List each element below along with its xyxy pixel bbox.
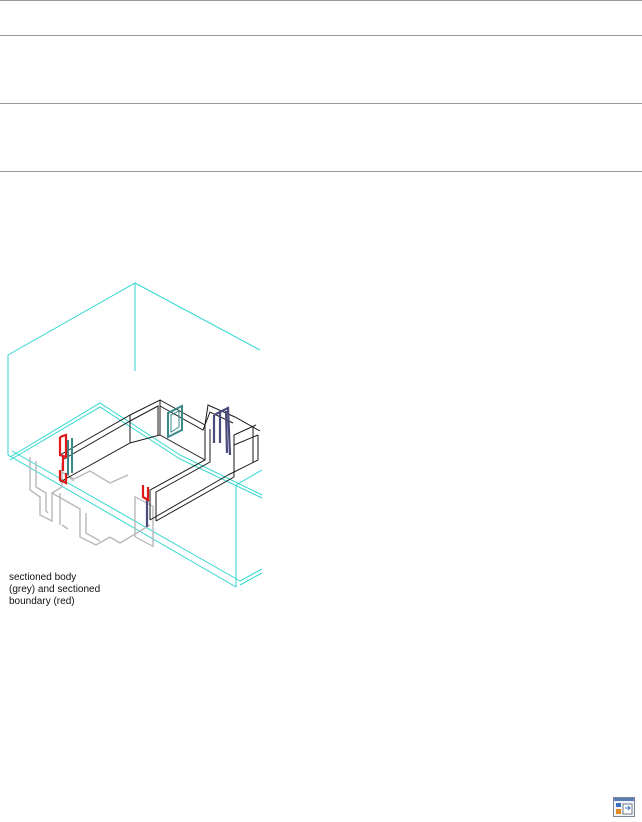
section-illustration [0, 275, 270, 595]
table-rule-row-1 [0, 35, 642, 36]
table-rule-top [0, 0, 642, 1]
door-frame [145, 406, 232, 527]
table-rule-bottom [0, 171, 642, 172]
dialog-toggle-icon[interactable] [613, 797, 635, 817]
sectioned-body [29, 457, 154, 548]
figure-caption: sectioned body (grey) and sectioned boun… [9, 572, 159, 608]
section-box [7, 282, 263, 588]
table-rule-row-2 [0, 103, 642, 104]
caption-line-1: sectioned body [9, 572, 77, 583]
sectioned-boundary [58, 433, 150, 502]
caption-line-3: boundary (red) [9, 596, 75, 607]
caption-line-2: (grey) and sectioned [9, 584, 101, 595]
